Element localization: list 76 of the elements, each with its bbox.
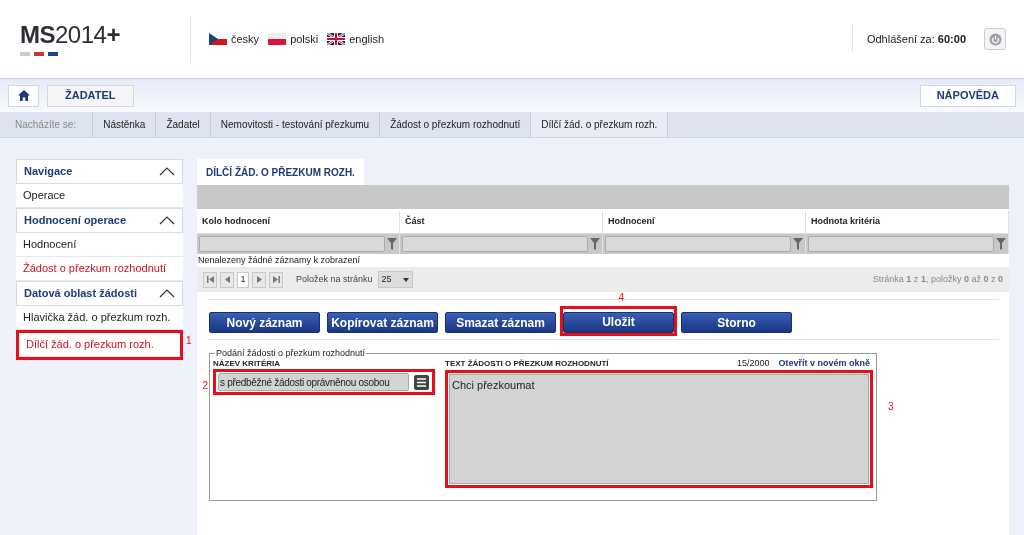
breadcrumb-item[interactable]: Žadatel [156,112,211,137]
filter-field[interactable] [402,236,588,252]
callout-number: 4 [618,291,625,305]
field-label: NÁZEV KRITÉRIA [213,359,282,369]
filter-icon[interactable] [590,238,600,250]
pager-arrow-icon [255,276,263,283]
breadcrumb-item[interactable]: Nemovitosti - testování přezkumu [210,112,381,137]
filter-icon[interactable] [793,238,803,250]
dropdown-caret-icon [402,277,409,282]
flag-icon [268,33,287,45]
filter-field[interactable] [605,236,791,252]
home-icon [17,90,30,101]
open-new-window-link[interactable]: Otevřít v novém okně [778,357,873,371]
breadcrumb-item[interactable]: Nástěnka [93,112,157,137]
page-summary: Stránka 1 z 1, položky 0 až 0 z 0 [872,272,1003,286]
power-icon [988,32,1002,46]
empty-message: Nenalezeny žádné záznamy k zobrazení [197,254,362,267]
criterion-field[interactable]: s předběžné žádosti oprávněnou osobou [218,373,409,391]
pager-arrow-icon [223,276,231,283]
char-counter: 15/2000 [736,357,770,371]
sidebar-section-header[interactable]: Navigace [16,159,183,184]
pager-arrow-icon [272,276,280,283]
sidebar-item[interactable]: Operace [16,184,183,208]
logout-timer: Odhlášení za: 60:00 [865,31,967,47]
flag-icon [209,33,227,45]
callout-number: 2 [202,379,208,393]
callout-number: 3 [888,400,894,414]
sidebar-item[interactable]: Hodnocení [16,233,183,257]
per-page-label: Položek na stránku [296,272,373,286]
sidebar-item[interactable]: Hlavička žád. o přezkum rozh. [16,306,183,330]
sidebar-item[interactable]: Žádost o přezkum rozhodnutí [16,257,183,281]
list-icon [417,377,426,387]
pager-button[interactable] [252,271,266,288]
callout-number: 1 [186,334,192,348]
flag-icon [327,33,346,45]
chevron-up-icon[interactable] [159,216,175,225]
home-button[interactable] [8,84,39,107]
language-link[interactable]: česky [209,30,260,48]
sidebar-item[interactable]: Dílčí žád. o přezkum rozh. [19,333,180,357]
chevron-up-icon[interactable] [159,167,175,176]
page-number[interactable]: 1 [237,271,249,288]
logout-button[interactable] [984,28,1006,50]
form-legend: Podání žádosti o přezkum rozhodnutí [215,348,367,359]
action-button[interactable]: Storno [681,312,792,333]
language-link[interactable]: english [327,30,385,48]
chevron-up-icon[interactable] [159,289,175,298]
per-page-select[interactable]: 25 [377,271,413,288]
filter-icon[interactable] [996,238,1006,250]
action-button[interactable]: Smazat záznam [445,312,556,333]
filter-field[interactable] [199,236,385,252]
action-button[interactable]: Uložit [563,311,674,333]
pager-button[interactable] [269,271,283,288]
logo-stripes-icon [20,51,58,56]
filter-field[interactable] [808,236,994,252]
pager-button[interactable] [203,271,217,288]
column-header[interactable]: Část [400,211,603,233]
breadcrumb-label: Nacházíte se: [0,112,94,137]
pager-button[interactable] [220,271,234,288]
action-button[interactable]: Nový záznam [209,312,320,333]
breadcrumb-item[interactable]: Dílčí žád. o přezkum rozh. [531,112,669,137]
action-button[interactable]: Kopírovat záznam [327,312,438,333]
column-header[interactable]: Kolo hodnocení [197,211,400,233]
sidebar-section-header[interactable]: Hodnocení operace [16,208,183,233]
help-button[interactable]: NÁPOVĚDA [919,84,1016,107]
filter-icon[interactable] [387,238,397,250]
list-button[interactable] [414,374,429,390]
tab[interactable]: DÍLČÍ ŽÁD. O PŘEZKUM ROZH. [197,159,364,185]
column-header[interactable]: Hodnocení [603,211,806,233]
user-button[interactable]: ŽADATEL [47,84,134,107]
request-textarea[interactable]: Chci přezkoumat [449,374,869,484]
logo: MS2014+ [20,22,121,47]
language-link[interactable]: polski [268,30,319,48]
field-label: TEXT ŽÁDOSTI O PŘEZKUM ROZHODNUTÍ [445,358,610,370]
sidebar-section-header[interactable]: Datová oblast žádosti [16,281,183,306]
pager-arrow-icon [206,276,214,283]
column-header[interactable]: Hodnota kritéria [806,211,1009,233]
